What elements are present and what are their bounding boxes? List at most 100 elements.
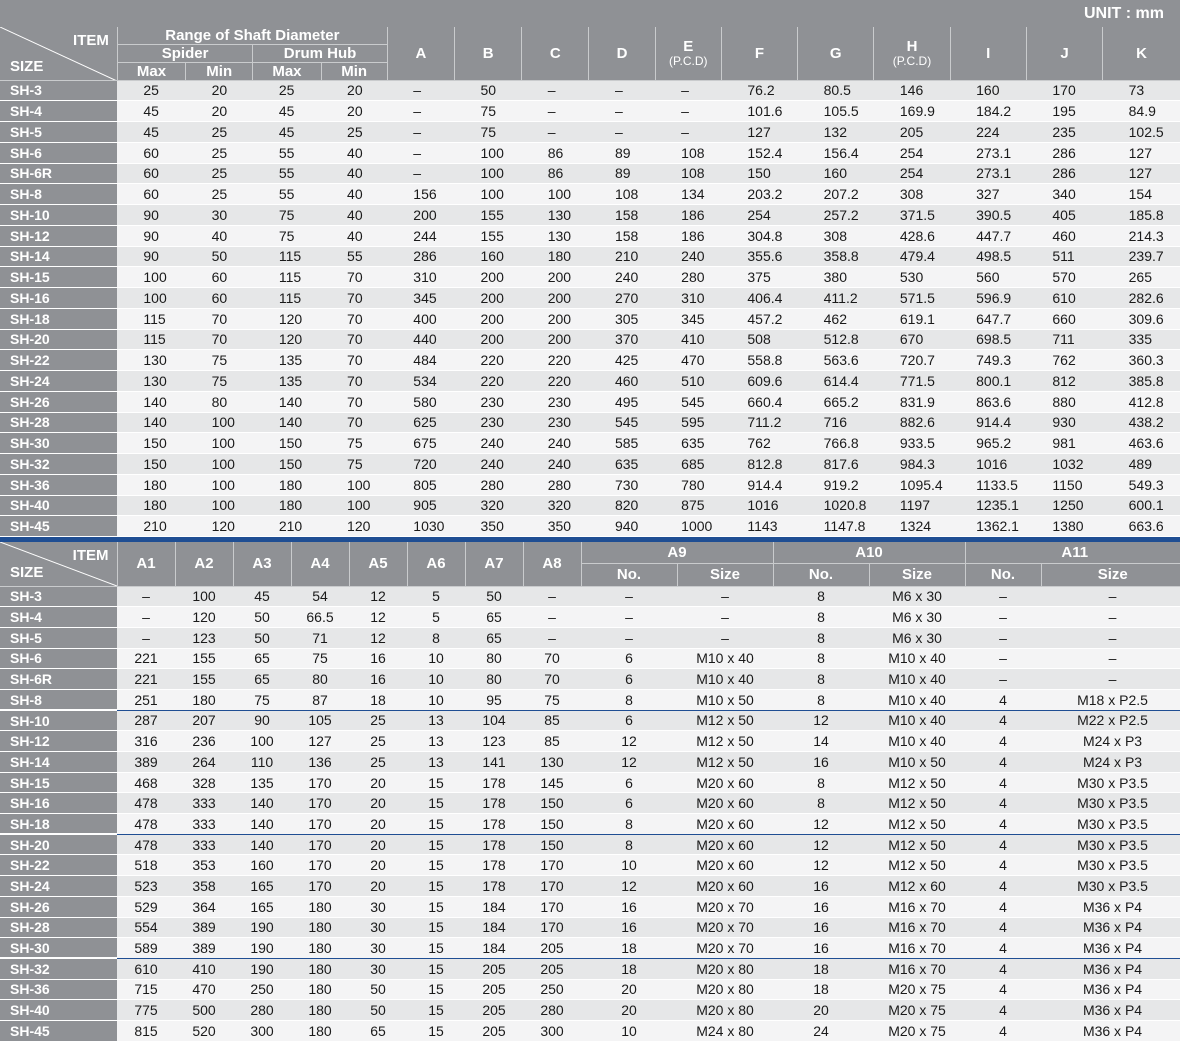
table-cell: 4 [965, 751, 1041, 773]
table-cell: 6 [581, 648, 677, 670]
table-cell: 15 [407, 854, 465, 877]
table-cell: 1143 [721, 515, 798, 537]
table-cell: 863.6 [950, 391, 1027, 413]
table-cell: 75 [454, 121, 522, 143]
table-cell: 89 [588, 142, 656, 164]
table-cell: 195 [1026, 100, 1103, 122]
table-cell: 665.2 [797, 391, 874, 413]
col-header-k: K [1102, 27, 1180, 81]
table-cell: 160 [797, 163, 874, 185]
table-cell: 4 [965, 792, 1041, 815]
table-cell: 558.8 [721, 349, 798, 371]
table-cell: 120 [252, 308, 322, 330]
table-cell: 240 [521, 432, 589, 454]
table-cell: 155 [175, 668, 233, 690]
item-label: ITEM [73, 32, 109, 49]
table-cell: 489 [1102, 453, 1180, 475]
size-cell: SH-6 [0, 142, 118, 164]
table-cell: 1095.4 [873, 474, 951, 496]
table-cell: 207.2 [797, 183, 874, 205]
table-cell: 240 [588, 266, 656, 288]
table-cell: 914.4 [950, 412, 1027, 434]
col-header-a5: A5 [348, 542, 407, 587]
table-cell: 766.8 [797, 432, 874, 454]
table-cell: 135 [252, 370, 322, 392]
table-cell: 200 [454, 287, 522, 309]
size-cell: SH-5 [0, 627, 117, 649]
table-cell: 12 [581, 751, 677, 773]
size-cell: SH-6R [0, 163, 118, 185]
table-cell: – [655, 100, 722, 122]
table-cell: 20 [773, 999, 869, 1021]
table-cell: 240 [655, 246, 722, 268]
table-cell: 4 [965, 689, 1041, 711]
table-cell: 529 [117, 896, 175, 918]
table-cell: M20 x 60 [677, 854, 773, 877]
table-cell: M20 x 75 [869, 979, 965, 1001]
table-cell: 75 [321, 453, 388, 475]
table-cell: 100 [185, 495, 253, 517]
table-cell: 186 [655, 225, 722, 247]
table-cell: 308 [797, 225, 874, 247]
table-cell: 127 [291, 730, 349, 752]
table-cell: 185.8 [1102, 204, 1180, 226]
table-cell: 250 [523, 979, 581, 1001]
table-cell: 270 [588, 287, 656, 309]
table-cell: 518 [117, 854, 175, 877]
table-cell: 523 [117, 875, 175, 897]
table-cell: M36 x P4 [1041, 917, 1180, 939]
table-cell: 20 [321, 100, 388, 122]
size-cell: SH-3 [0, 586, 117, 608]
table-cell: 220 [521, 349, 589, 371]
table-cell: 230 [521, 412, 589, 434]
table-cell: 10 [407, 648, 465, 670]
table-cell: 200 [521, 266, 589, 288]
table-cell: 40 [321, 225, 388, 247]
table-cell: 4 [965, 813, 1041, 835]
table-row: SH-45 815 520 300 180 65 15 205 300 10 M24 x 80 24 M… [0, 1020, 1180, 1042]
table-cell: M10 x 40 [869, 689, 965, 711]
table-cell: 70 [523, 648, 581, 670]
table-cell: 280 [233, 999, 291, 1021]
table-cell: 320 [521, 495, 589, 517]
table-cell: 817.6 [797, 453, 874, 475]
table-cell: 412.8 [1102, 391, 1180, 413]
table-cell: – [965, 606, 1041, 628]
table-cell: 812 [1026, 370, 1103, 392]
table-cell: 146 [873, 80, 951, 102]
table-cell: 15 [407, 1020, 465, 1042]
table-cell: 150 [523, 834, 581, 856]
table-row: SH-6 221 155 65 75 16 10 80 70 6 M10 x 40 8 M10 x 40… [0, 648, 1180, 670]
table-cell: 25 [185, 142, 253, 164]
table-cell: 254 [721, 204, 798, 226]
table-cell: 15 [407, 792, 465, 815]
table-cell: – [588, 121, 656, 143]
table-cell: 13 [407, 730, 465, 752]
table-row: SH-26 529 364 165 180 30 15 184 170 16 M20 x 70 16 M… [0, 896, 1180, 918]
table-row: SH-20 478 333 140 170 20 15 178 150 8 M20 x 60 12 M1… [0, 834, 1180, 856]
table-cell: 130 [521, 204, 589, 226]
table-cell: 16 [349, 648, 407, 670]
table-cell: M22 x P2.5 [1041, 710, 1180, 732]
table-cell: 100 [321, 474, 388, 496]
table-cell: 170 [291, 854, 349, 877]
table-cell: 184.2 [950, 100, 1027, 122]
drum-hub-header: Drum Hub [252, 44, 388, 63]
table-cell: 304.8 [721, 225, 798, 247]
table-cell: 4 [965, 896, 1041, 918]
size-cell: SH-20 [0, 834, 117, 856]
table-cell: 180 [291, 917, 349, 939]
size-cell: SH-5 [0, 121, 118, 143]
table-cell: 89 [588, 163, 656, 185]
table-cell: – [1041, 627, 1180, 649]
table-cell: 12 [773, 854, 869, 877]
table-cell: 815 [117, 1020, 175, 1042]
table-cell: 495 [588, 391, 656, 413]
col-header-a: A [386, 27, 455, 81]
col-header-a8: A8 [522, 542, 581, 587]
table-cell: – [965, 627, 1041, 649]
table-cell: 1032 [1026, 453, 1103, 475]
col-header-h: H (P.C.D) [873, 27, 951, 81]
table-cell: 280 [521, 474, 589, 496]
table-row: SH-12 316 236 100 127 25 13 123 85 12 M12 x 50 14 M1… [0, 730, 1180, 752]
